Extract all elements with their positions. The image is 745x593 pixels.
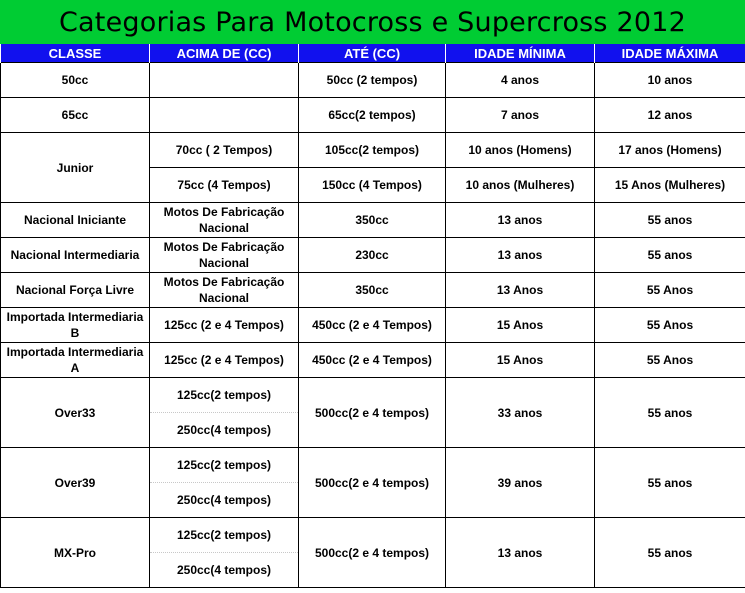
idade-max-cell: 15 Anos (Mulheres) xyxy=(594,167,745,203)
acima-cell: 125cc(2 tempos) xyxy=(149,447,299,483)
idade-min-cell: 13 anos xyxy=(445,237,595,273)
table-row: 50cc 50cc (2 tempos) 4 anos 10 anos xyxy=(0,62,745,98)
acima-cell: 250cc(4 tempos) xyxy=(149,552,299,588)
idade-max-cell: 55 Anos xyxy=(594,307,745,343)
acima-cell: 250cc(4 tempos) xyxy=(149,412,299,448)
categories-table: CLASSE ACIMA DE (CC) ATÉ (CC) IDADE MÍNI… xyxy=(0,44,745,588)
idade-min-cell: 4 anos xyxy=(445,62,595,98)
idade-max-cell: 55 anos xyxy=(594,237,745,273)
idade-min-cell: 10 anos (Mulheres) xyxy=(445,167,595,203)
table-row: Junior 70cc ( 2 Tempos) 105cc(2 tempos) … xyxy=(0,132,745,203)
acima-cell: Motos De Fabricação Nacional xyxy=(149,237,299,273)
classe-cell: MX-Pro xyxy=(0,517,150,588)
idade-max-cell: 55 anos xyxy=(594,447,745,518)
ate-cell: 500cc(2 e 4 tempos) xyxy=(298,517,446,588)
ate-cell: 500cc(2 e 4 tempos) xyxy=(298,447,446,518)
classe-cell: Over39 xyxy=(0,447,150,518)
idade-max-cell: 12 anos xyxy=(594,97,745,133)
acima-cell: 70cc ( 2 Tempos) xyxy=(149,132,299,168)
classe-cell: Over33 xyxy=(0,377,150,448)
ate-cell: 65cc(2 tempos) xyxy=(298,97,446,133)
idade-min-cell: 39 anos xyxy=(445,447,595,518)
header-classe: CLASSE xyxy=(0,44,150,63)
idade-max-cell: 55 anos xyxy=(594,517,745,588)
ate-cell: 500cc(2 e 4 tempos) xyxy=(298,377,446,448)
table-row: 65cc 65cc(2 tempos) 7 anos 12 anos xyxy=(0,97,745,133)
classe-cell: Junior xyxy=(0,132,150,203)
idade-min-cell: 13 anos xyxy=(445,202,595,238)
table-row: Nacional Iniciante Motos De Fabricação N… xyxy=(0,202,745,238)
header-ate: ATÉ (CC) xyxy=(298,44,446,63)
idade-max-cell: 55 Anos xyxy=(594,272,745,308)
idade-min-cell: 33 anos xyxy=(445,377,595,448)
acima-cell: 125cc (2 e 4 Tempos) xyxy=(149,342,299,378)
table-row: Nacional Força Livre Motos De Fabricação… xyxy=(0,272,745,308)
table-row: Importada Intermediaria A 125cc (2 e 4 T… xyxy=(0,342,745,378)
classe-cell: Nacional Iniciante xyxy=(0,202,150,238)
classe-cell: Importada Intermediaria B xyxy=(0,307,150,343)
idade-max-cell: 55 anos xyxy=(594,202,745,238)
table-row: Importada Intermediaria B 125cc (2 e 4 T… xyxy=(0,307,745,343)
idade-min-cell: 15 Anos xyxy=(445,342,595,378)
header-acima-de: ACIMA DE (CC) xyxy=(149,44,299,63)
acima-cell: 125cc (2 e 4 Tempos) xyxy=(149,307,299,343)
idade-max-cell: 17 anos (Homens) xyxy=(594,132,745,168)
table-row: Nacional Intermediaria Motos De Fabricaç… xyxy=(0,237,745,273)
classe-cell: 65cc xyxy=(0,97,150,133)
idade-min-cell: 10 anos (Homens) xyxy=(445,132,595,168)
acima-cell: 125cc(2 tempos) xyxy=(149,377,299,413)
acima-cell: 250cc(4 tempos) xyxy=(149,482,299,518)
acima-cell xyxy=(149,62,299,98)
header-idade-maxima: IDADE MÁXIMA xyxy=(594,44,745,63)
table-row: Over33 125cc(2 tempos) 500cc(2 e 4 tempo… xyxy=(0,377,745,448)
ate-cell: 50cc (2 tempos) xyxy=(298,62,446,98)
acima-cell: 75cc (4 Tempos) xyxy=(149,167,299,203)
idade-min-cell: 15 Anos xyxy=(445,307,595,343)
ate-cell: 350cc xyxy=(298,272,446,308)
idade-min-cell: 13 anos xyxy=(445,517,595,588)
table-row: MX-Pro 125cc(2 tempos) 500cc(2 e 4 tempo… xyxy=(0,517,745,588)
classe-cell: Importada Intermediaria A xyxy=(0,342,150,378)
ate-cell: 150cc (4 Tempos) xyxy=(298,167,446,203)
ate-cell: 450cc (2 e 4 Tempos) xyxy=(298,342,446,378)
idade-max-cell: 10 anos xyxy=(594,62,745,98)
ate-cell: 230cc xyxy=(298,237,446,273)
acima-cell: 125cc(2 tempos) xyxy=(149,517,299,553)
idade-max-cell: 55 anos xyxy=(594,377,745,448)
title-banner: Categorias Para Motocross e Supercross 2… xyxy=(0,0,745,44)
acima-cell xyxy=(149,97,299,133)
header-row: CLASSE ACIMA DE (CC) ATÉ (CC) IDADE MÍNI… xyxy=(0,44,745,63)
classe-cell: Nacional Intermediaria xyxy=(0,237,150,273)
acima-cell: Motos De Fabricação Nacional xyxy=(149,202,299,238)
table-row: Over39 125cc(2 tempos) 500cc(2 e 4 tempo… xyxy=(0,447,745,518)
classe-cell: Nacional Força Livre xyxy=(0,272,150,308)
header-idade-minima: IDADE MÍNIMA xyxy=(445,44,595,63)
idade-max-cell: 55 Anos xyxy=(594,342,745,378)
idade-min-cell: 13 Anos xyxy=(445,272,595,308)
ate-cell: 105cc(2 tempos) xyxy=(298,132,446,168)
ate-cell: 450cc (2 e 4 Tempos) xyxy=(298,307,446,343)
idade-min-cell: 7 anos xyxy=(445,97,595,133)
acima-cell: Motos De Fabricação Nacional xyxy=(149,272,299,308)
classe-cell: 50cc xyxy=(0,62,150,98)
page-title: Categorias Para Motocross e Supercross 2… xyxy=(58,6,686,38)
ate-cell: 350cc xyxy=(298,202,446,238)
